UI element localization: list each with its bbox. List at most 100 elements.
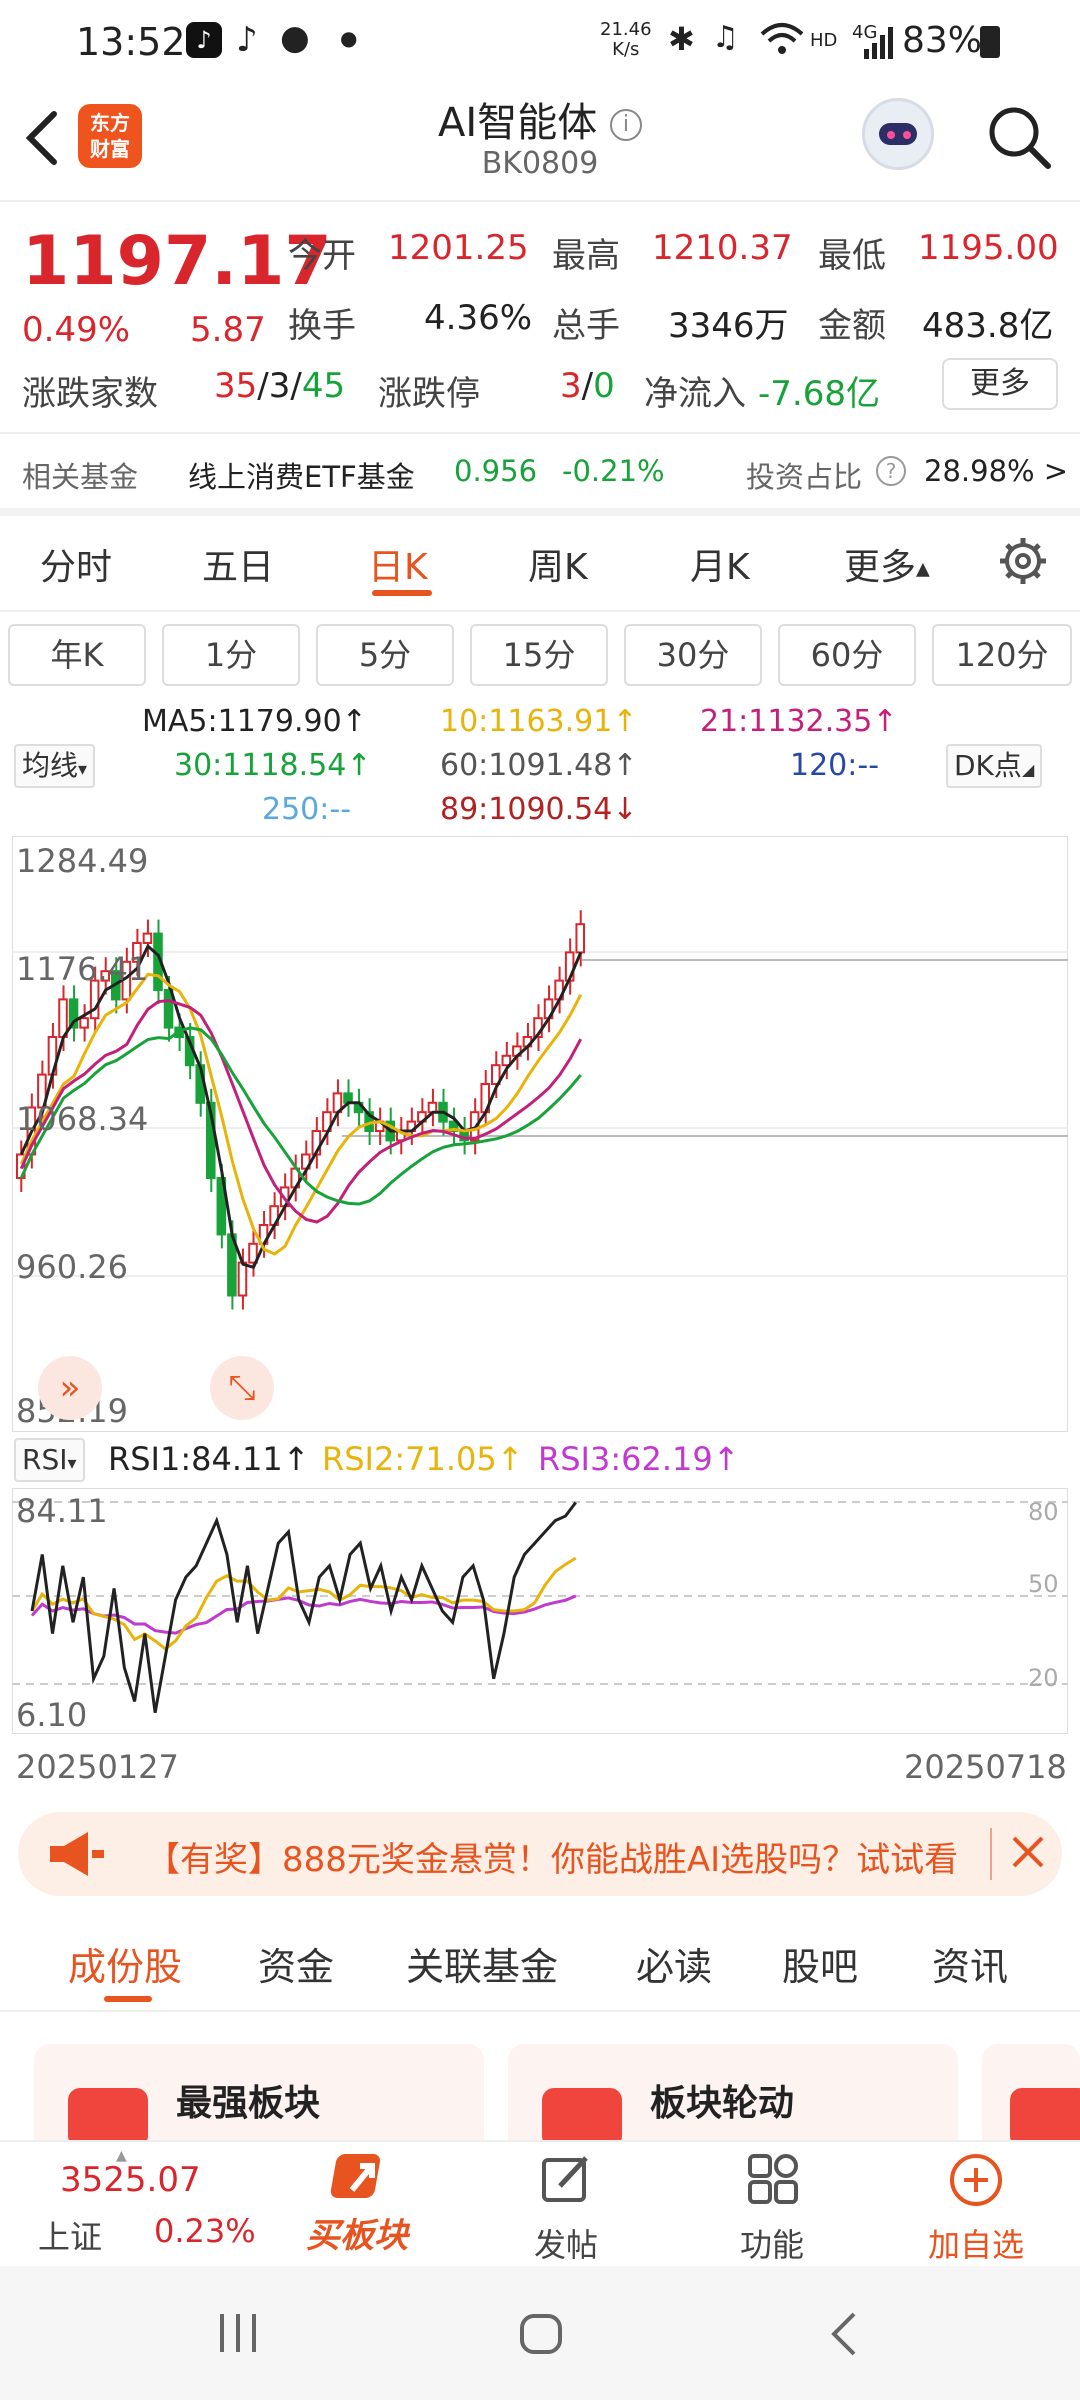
tab-related-funds[interactable]: 关联基金: [406, 1936, 558, 1991]
close-icon[interactable]: [1008, 1826, 1048, 1882]
tab-news[interactable]: 资讯: [932, 1936, 1008, 1991]
post-label[interactable]: 发帖: [534, 2220, 598, 2266]
ma-selector[interactable]: 均线▾: [14, 744, 96, 788]
add-watchlist-icon[interactable]: [948, 2152, 1004, 2212]
tab-forum[interactable]: 股吧: [782, 1936, 858, 1991]
candle-body: [79, 1017, 89, 1029]
tab-timeshare[interactable]: 分时: [40, 538, 112, 590]
netflow-label: 净流入: [644, 374, 746, 414]
recent-apps-icon[interactable]: [216, 2312, 262, 2358]
rsi-selector[interactable]: RSI▾: [14, 1438, 85, 1482]
rotation-icon: [542, 2088, 622, 2140]
rsi1-value: RSI1:84.11↑: [108, 1440, 310, 1478]
header: 东方 财富 AI智能体 i BK0809: [0, 80, 1080, 200]
turnover-label: 换手: [288, 306, 356, 346]
candle-body: [237, 1261, 248, 1297]
limit-label: 涨跌停: [378, 374, 480, 414]
post-icon[interactable]: [540, 2152, 594, 2210]
interval-year-k[interactable]: 年K: [8, 624, 146, 686]
open-label: 今开: [288, 236, 356, 276]
ratio-value: 28.98% >: [924, 454, 1069, 488]
dropdown-icon: ▾: [78, 759, 88, 780]
interval-120min[interactable]: 120分: [932, 624, 1072, 686]
fund-name: 线上消费ETF基金: [188, 460, 415, 494]
interval-60min[interactable]: 60分: [778, 624, 916, 686]
tab-funds[interactable]: 资金: [258, 1936, 334, 1991]
home-icon[interactable]: [518, 2312, 564, 2360]
add-watchlist-label[interactable]: 加自选: [928, 2220, 1024, 2266]
function-grid-icon[interactable]: [746, 2152, 800, 2210]
tab-more[interactable]: 更多▲: [844, 538, 930, 590]
y-label-top: 1284.49: [16, 842, 149, 880]
card-sector-rotation[interactable]: 板块轮动: [508, 2044, 958, 2140]
tab-weekly-k[interactable]: 周K: [528, 538, 588, 590]
rsi-bottom-label: 6.10: [16, 1696, 88, 1734]
tab-five-day[interactable]: 五日: [202, 538, 274, 590]
rsi-level-80: 80: [1028, 1498, 1059, 1526]
layers-icon: [1010, 2088, 1080, 2140]
index-change: 0.23%: [154, 2212, 256, 2250]
card-title: 板块轮动: [650, 2083, 795, 2124]
gear-icon[interactable]: [998, 536, 1048, 586]
ma30-value: 30:1118.54↑: [174, 748, 372, 783]
function-label[interactable]: 功能: [740, 2220, 804, 2266]
promo-banner[interactable]: 【有奖】888元奖金悬赏！你能战胜AI选股吗？试试看: [18, 1812, 1062, 1896]
buy-sector-label[interactable]: 买板块: [306, 2208, 408, 2257]
rsi-top-label: 84.11: [16, 1492, 108, 1530]
battery-pct: 83%: [902, 20, 983, 61]
help-icon[interactable]: ?: [876, 456, 906, 486]
tab-monthly-k[interactable]: 月K: [690, 538, 750, 590]
expand-arrows-icon[interactable]: »: [38, 1356, 102, 1420]
low-value: 1195.00: [918, 228, 1059, 268]
system-nav-bar: [0, 2266, 1080, 2400]
updown-counts: 35/3/45: [214, 366, 346, 406]
tab-constituents[interactable]: 成份股: [68, 1936, 182, 1991]
promo-text: 【有奖】888元奖金悬赏！你能战胜AI选股吗？试试看: [146, 1840, 959, 1880]
high-value: 1210.37: [652, 228, 793, 268]
card-title: 最强板块: [176, 2083, 321, 2124]
search-icon[interactable]: [984, 102, 1054, 172]
ai-robot-icon[interactable]: [862, 98, 934, 170]
y-label-2: 1176.41: [16, 950, 149, 988]
y-label-3: 1068.34: [16, 1100, 149, 1138]
tab-must-read[interactable]: 必读: [636, 1936, 712, 1991]
tab-daily-k[interactable]: 日K: [368, 538, 428, 590]
netflow-value: -7.68亿: [758, 374, 880, 414]
interval-1min[interactable]: 1分: [162, 624, 300, 686]
buy-sector-icon[interactable]: [324, 2150, 396, 2210]
info-icon[interactable]: i: [609, 109, 642, 141]
back-nav-icon[interactable]: [826, 2310, 860, 2362]
fund-price: 0.956: [454, 454, 538, 488]
fullscreen-icon[interactable]: ⤡: [210, 1356, 274, 1420]
index-value: 3525.07: [60, 2160, 201, 2200]
rsi-chart[interactable]: 84.11 6.10 80 50 20: [12, 1488, 1068, 1734]
index-name: 上证: [38, 2218, 103, 2256]
status-bar: 13:52 ♪ ♪ ● ● 21.46 K/s ✱ ♫ HD 4G 83%: [0, 0, 1080, 80]
net-speed: 21.46 K/s: [600, 19, 652, 60]
bluetooth-icon: ✱: [668, 20, 695, 58]
message-icon: ●: [280, 18, 310, 58]
dk-button[interactable]: DK点◢: [946, 744, 1043, 788]
ma120-value: 120:--: [790, 748, 880, 783]
volume-label: 总手: [552, 306, 620, 346]
kline-chart[interactable]: 1284.49 1176.41 1068.34 960.26 852.19 » …: [12, 836, 1068, 1432]
interval-30min[interactable]: 30分: [624, 624, 762, 686]
date-end: 20250718: [904, 1748, 1067, 1786]
fund-change: -0.21%: [562, 454, 665, 488]
interval-15min[interactable]: 15分: [470, 624, 608, 686]
content-tab-indicator: [104, 1996, 152, 2002]
signal-icon: [862, 24, 894, 68]
ma10-value: 10:1163.91↑: [440, 704, 638, 739]
interval-5min[interactable]: 5分: [316, 624, 454, 686]
amount-label: 金额: [818, 306, 886, 346]
hd-label: HD: [810, 30, 838, 51]
current-price: 1197.17: [22, 222, 332, 301]
wifi-icon: [760, 22, 804, 67]
mute-icon: ♫: [712, 20, 739, 55]
card-partial[interactable]: [982, 2044, 1080, 2140]
more-button[interactable]: 更多: [942, 358, 1058, 410]
rsi2-value: RSI2:71.05↑: [322, 1440, 524, 1478]
caret-up-icon: ▲: [116, 2148, 127, 2164]
tiktok-icon: ♪: [186, 22, 222, 58]
card-strongest-sector[interactable]: 最强板块: [34, 2044, 484, 2140]
